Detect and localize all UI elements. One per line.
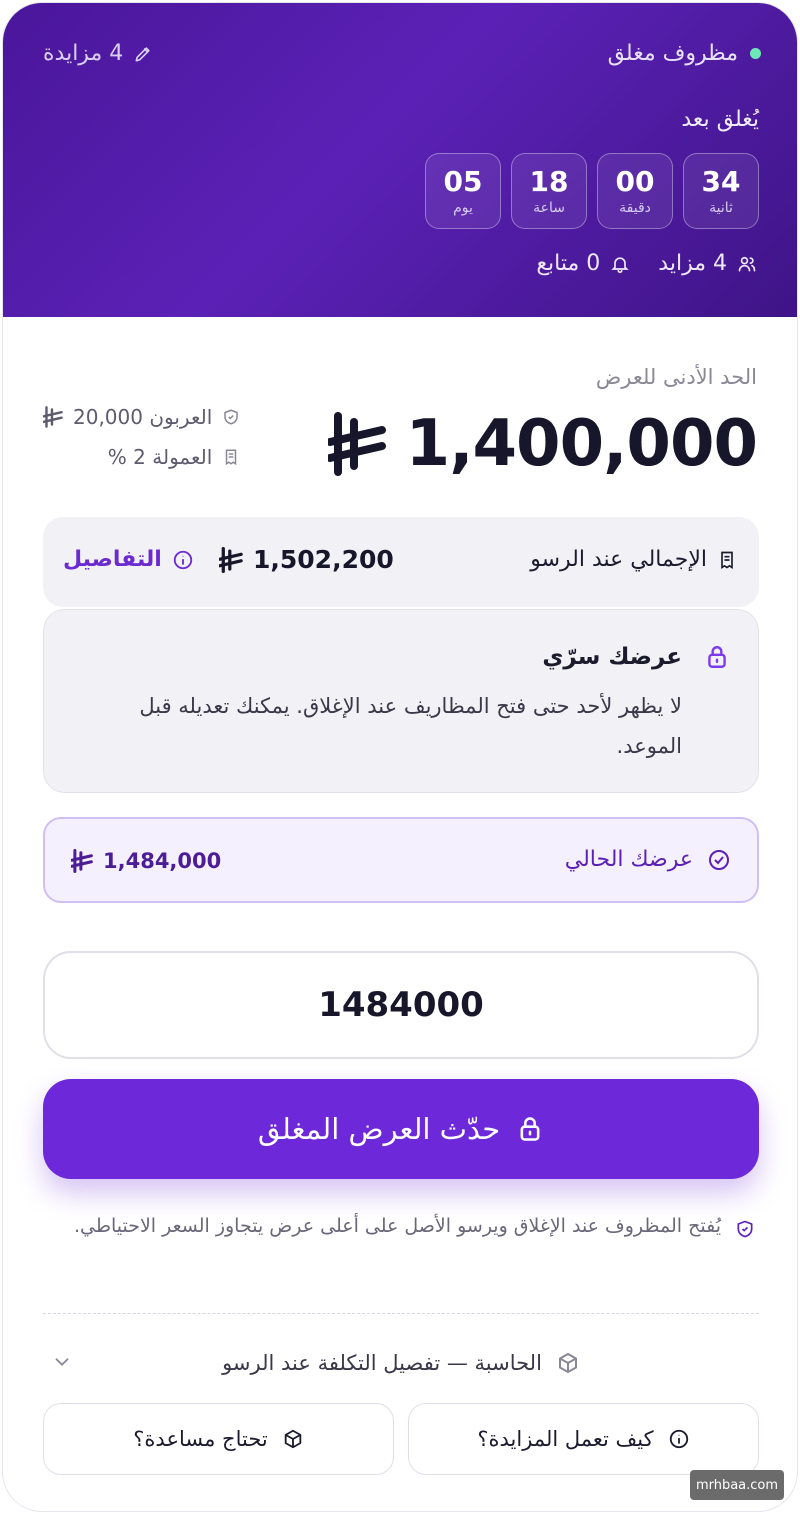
riyal-icon (219, 546, 243, 573)
divider (43, 1313, 759, 1314)
auction-stats: 4 مزايد 0 متابع (536, 251, 757, 276)
countdown-hours: 18 ساعة (511, 153, 587, 229)
help-buttons: كيف تعمل المزايدة؟ تحتاج مساعدة؟ (43, 1403, 759, 1475)
receipt-icon (717, 550, 737, 570)
followers-stat: 0 متابع (536, 251, 630, 276)
how-auction-works-button[interactable]: كيف تعمل المزايدة؟ (408, 1403, 759, 1475)
riyal-icon (327, 412, 386, 476)
min-bid-price: 1,400,000 (327, 407, 758, 481)
pencil-icon (133, 44, 153, 64)
deposit-row: العربون 20,000 (43, 405, 240, 429)
shield-check-icon (735, 1213, 755, 1245)
current-bid: عرضك الحالي 1,484,000 (43, 817, 759, 903)
closes-label: يُغلق بعد (681, 107, 759, 132)
countdown-days: 05 يوم (425, 153, 501, 229)
receipt-icon (222, 448, 240, 466)
bid-amount-input[interactable] (45, 985, 757, 1025)
bid-amount-field[interactable] (43, 951, 759, 1059)
info-icon (668, 1428, 690, 1450)
sealed-bid-note: يُفتح المظروف عند الإغلاق ويرسو الأصل عل… (35, 1207, 755, 1245)
countdown-seconds: 34 ثانية (683, 153, 759, 229)
min-bid-value: 1,400,000 (405, 407, 758, 481)
status-dot (750, 48, 761, 59)
cube-icon (282, 1428, 304, 1450)
details-link[interactable]: التفاصيل (63, 547, 194, 572)
secret-bid-notice: عرضك سرّي لا يظهر لأحد حتى فتح المظاريف … (43, 609, 759, 793)
riyal-icon (43, 406, 63, 428)
status-indicator: مظروف مغلق (608, 41, 761, 66)
bell-icon (610, 254, 630, 274)
bidders-stat: 4 مزايد (658, 251, 757, 276)
cta-label: حدّث العرض المغلق (257, 1112, 501, 1146)
total-value: 1,502,200 (219, 545, 394, 574)
current-bid-label: عرضك الحالي (565, 847, 731, 872)
users-icon (737, 254, 757, 274)
min-bid-label: الحد الأدنى للعرض (595, 365, 757, 389)
check-circle-icon (707, 848, 731, 872)
watermark: mrhbaa.com (690, 1470, 784, 1500)
countdown-timer: 34 ثانية 00 دقيقة 18 ساعة 05 يوم (425, 153, 759, 229)
secret-text: لا يظهر لأحد حتى فتح المظاريف عند الإغلا… (139, 694, 682, 758)
current-bid-value: 1,484,000 (71, 849, 221, 873)
secret-title: عرضك سرّي (542, 644, 682, 670)
countdown-minutes: 00 دقيقة (597, 153, 673, 229)
status-text: مظروف مغلق (607, 41, 738, 66)
bid-count-text: 4 مزايدة (43, 41, 124, 66)
update-sealed-bid-button[interactable]: حدّث العرض المغلق (43, 1079, 759, 1179)
fees-column: العربون 20,000 العمولة 2 % (43, 405, 240, 469)
total-label: الإجمالي عند الرسو (530, 547, 737, 572)
info-icon (172, 549, 194, 571)
commission-row: العمولة 2 % (43, 445, 240, 469)
riyal-icon (71, 849, 93, 873)
chevron-down-icon (51, 1351, 73, 1373)
lock-icon (516, 1115, 544, 1143)
lock-icon (704, 644, 730, 670)
auction-header: مظروف مغلق 4 مزايدة يُغلق بعد 34 ثانية 0… (3, 3, 797, 317)
bid-count-link[interactable]: 4 مزايدة (43, 41, 153, 66)
cost-calculator-toggle[interactable]: الحاسبة — تفصيل التكلفة عند الرسو (43, 1343, 759, 1383)
need-help-button[interactable]: تحتاج مساعدة؟ (43, 1403, 394, 1475)
auction-card: مظروف مغلق 4 مزايدة يُغلق بعد 34 ثانية 0… (2, 2, 798, 1512)
cube-icon (556, 1351, 580, 1375)
shield-icon (222, 408, 240, 426)
total-on-award: الإجمالي عند الرسو 1,502,200 التفاصيل (43, 517, 759, 607)
